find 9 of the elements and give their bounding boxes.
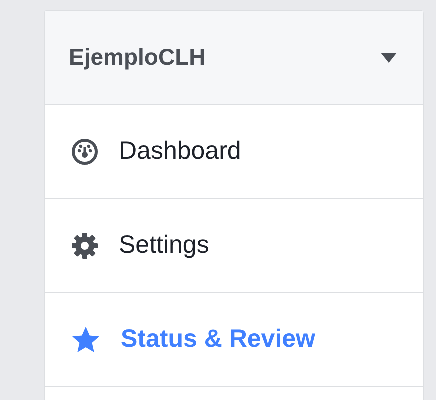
gauge-icon: [71, 138, 99, 166]
menu-item-label: Status & Review: [121, 324, 316, 355]
menu-item-label: Dashboard: [119, 136, 242, 167]
dropdown-caret-icon: [381, 52, 397, 62]
menu-item-label: Settings: [119, 230, 210, 261]
account-title: EjemploCLH: [69, 43, 206, 72]
star-icon: [71, 324, 101, 354]
gear-icon: [71, 232, 99, 260]
account-header[interactable]: EjemploCLH: [45, 11, 423, 105]
